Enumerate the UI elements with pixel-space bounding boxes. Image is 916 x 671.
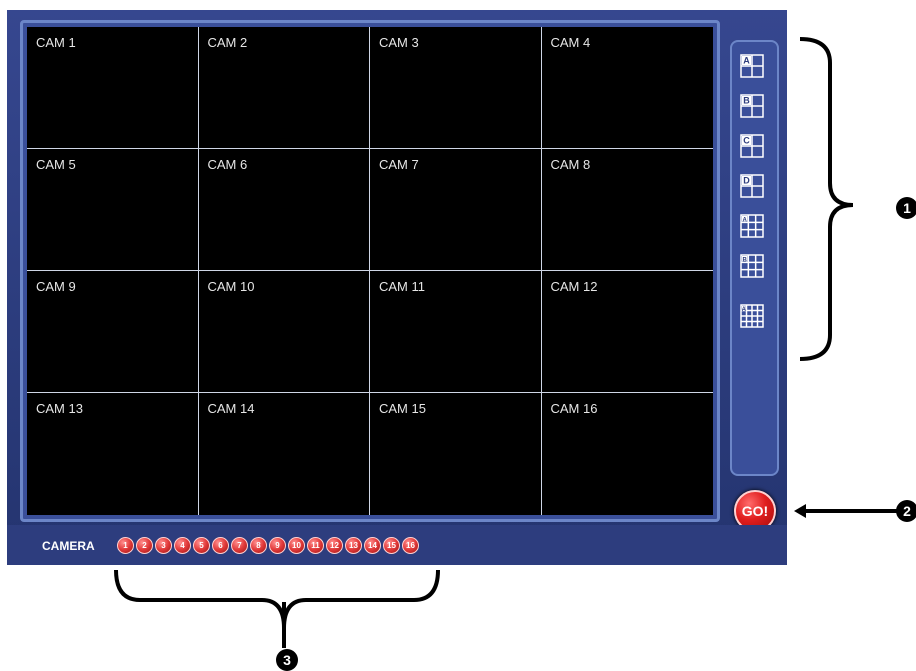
layout-panel: A B C D A B A bbox=[730, 40, 779, 476]
camera-button-8[interactable]: 8 bbox=[250, 537, 267, 554]
camera-tile-label: CAM 11 bbox=[379, 279, 425, 294]
camera-tile[interactable]: CAM 11 bbox=[370, 271, 542, 393]
svg-text:A: A bbox=[742, 307, 747, 313]
camera-button-5[interactable]: 5 bbox=[193, 537, 210, 554]
quad-layout-icon: C bbox=[740, 134, 768, 158]
camera-tile[interactable]: CAM 1 bbox=[27, 27, 199, 149]
camera-button-15[interactable]: 15 bbox=[383, 537, 400, 554]
camera-tile-label: CAM 4 bbox=[550, 35, 591, 50]
camera-tile[interactable]: CAM 4 bbox=[541, 27, 713, 149]
camera-buttons: 1 2 3 4 5 6 7 8 9 10 11 12 13 14 15 16 bbox=[117, 537, 419, 554]
camera-tile[interactable]: CAM 10 bbox=[198, 271, 370, 393]
camera-button-16[interactable]: 16 bbox=[402, 537, 419, 554]
quad-layout-icon: B bbox=[740, 94, 768, 118]
annotation-brace-1 bbox=[799, 37, 854, 361]
svg-text:C: C bbox=[743, 136, 750, 146]
annotation-badge-1: 1 bbox=[896, 197, 916, 219]
svg-text:B: B bbox=[742, 258, 747, 264]
quad-layout-icon: A bbox=[740, 54, 768, 78]
camera-tile-label: CAM 1 bbox=[36, 35, 76, 50]
nine-layout-icon: B bbox=[740, 254, 768, 278]
camera-tile[interactable]: CAM 16 bbox=[542, 393, 714, 515]
camera-label: CAMERA bbox=[42, 539, 95, 553]
camera-button-1[interactable]: 1 bbox=[117, 537, 134, 554]
camera-tile-label: CAM 8 bbox=[550, 157, 591, 172]
camera-bar: CAMERA 1 2 3 4 5 6 7 8 9 10 11 12 13 14 15 16 bbox=[7, 525, 787, 565]
annotation-badge-2: 2 bbox=[896, 500, 916, 522]
camera-tile-label: CAM 7 bbox=[379, 157, 419, 172]
camera-tile-label: CAM 13 bbox=[36, 401, 83, 416]
sixteen-layout-icon: A bbox=[740, 304, 768, 328]
dvr-viewer-window: CAM 1 CAM 2 CAM 3 CAM 4 CAM 5 CAM 6 CAM 7 CAM 8… bbox=[7, 10, 787, 565]
svg-text:A: A bbox=[742, 218, 747, 224]
camera-tile[interactable]: CAM 2 bbox=[198, 27, 370, 149]
camera-button-4[interactable]: 4 bbox=[174, 537, 191, 554]
camera-tile[interactable]: CAM 14 bbox=[199, 393, 370, 515]
camera-tile-label: CAM 2 bbox=[207, 35, 248, 50]
camera-monitor-frame: CAM 1 CAM 2 CAM 3 CAM 4 CAM 5 CAM 6 CAM 7 CAM 8… bbox=[20, 20, 720, 522]
camera-tile[interactable]: CAM 8 bbox=[541, 149, 713, 271]
camera-tile[interactable]: CAM 13 bbox=[27, 393, 199, 515]
camera-tile[interactable]: CAM 9 bbox=[27, 271, 199, 393]
camera-tile-label: CAM 5 bbox=[36, 157, 76, 172]
camera-button-9[interactable]: 9 bbox=[269, 537, 286, 554]
camera-tile-label: CAM 12 bbox=[550, 279, 598, 294]
camera-button-2[interactable]: 2 bbox=[136, 537, 153, 554]
camera-tile-label: CAM 9 bbox=[36, 279, 76, 294]
camera-tile[interactable]: CAM 15 bbox=[370, 393, 542, 515]
camera-button-12[interactable]: 12 bbox=[326, 537, 343, 554]
camera-tile[interactable]: CAM 6 bbox=[198, 149, 370, 271]
nine-layout-icon: A bbox=[740, 214, 768, 238]
svg-text:D: D bbox=[743, 176, 750, 186]
camera-button-14[interactable]: 14 bbox=[364, 537, 381, 554]
layout-button-b-quad-layout[interactable]: B bbox=[740, 94, 768, 118]
annotation-brace-3 bbox=[114, 569, 440, 648]
camera-tile-label: CAM 16 bbox=[550, 401, 598, 416]
camera-button-10[interactable]: 10 bbox=[288, 537, 305, 554]
camera-grid: CAM 1 CAM 2 CAM 3 CAM 4 CAM 5 CAM 6 CAM 7 CAM 8… bbox=[27, 27, 713, 515]
camera-tile[interactable]: CAM 5 bbox=[27, 149, 199, 271]
camera-tile[interactable]: CAM 3 bbox=[370, 27, 542, 149]
quad-layout-icon: D bbox=[740, 174, 768, 198]
layout-button-a-quad-layout[interactable]: A bbox=[740, 54, 768, 78]
camera-tile[interactable]: CAM 7 bbox=[370, 149, 542, 271]
layout-button-a-nine-layout[interactable]: A bbox=[740, 214, 768, 238]
layout-button-b-nine-layout[interactable]: B bbox=[740, 254, 768, 278]
camera-button-7[interactable]: 7 bbox=[231, 537, 248, 554]
svg-text:B: B bbox=[743, 96, 750, 106]
camera-button-11[interactable]: 11 bbox=[307, 537, 324, 554]
camera-button-3[interactable]: 3 bbox=[155, 537, 172, 554]
camera-button-6[interactable]: 6 bbox=[212, 537, 229, 554]
camera-tile[interactable]: CAM 12 bbox=[541, 271, 713, 393]
layout-button-a-sixteen-layout[interactable]: A bbox=[740, 304, 768, 328]
camera-tile-label: CAM 3 bbox=[379, 35, 419, 50]
camera-tile-label: CAM 14 bbox=[207, 401, 255, 416]
layout-button-d-quad-layout[interactable]: D bbox=[740, 174, 768, 198]
camera-tile-label: CAM 10 bbox=[207, 279, 255, 294]
layout-button-c-quad-layout[interactable]: C bbox=[740, 134, 768, 158]
camera-tile-label: CAM 15 bbox=[379, 401, 426, 416]
annotation-badge-3: 3 bbox=[276, 649, 298, 671]
camera-tile-label: CAM 6 bbox=[207, 157, 248, 172]
annotation-arrow-2 bbox=[794, 504, 900, 518]
svg-text:A: A bbox=[743, 56, 750, 66]
camera-button-13[interactable]: 13 bbox=[345, 537, 362, 554]
